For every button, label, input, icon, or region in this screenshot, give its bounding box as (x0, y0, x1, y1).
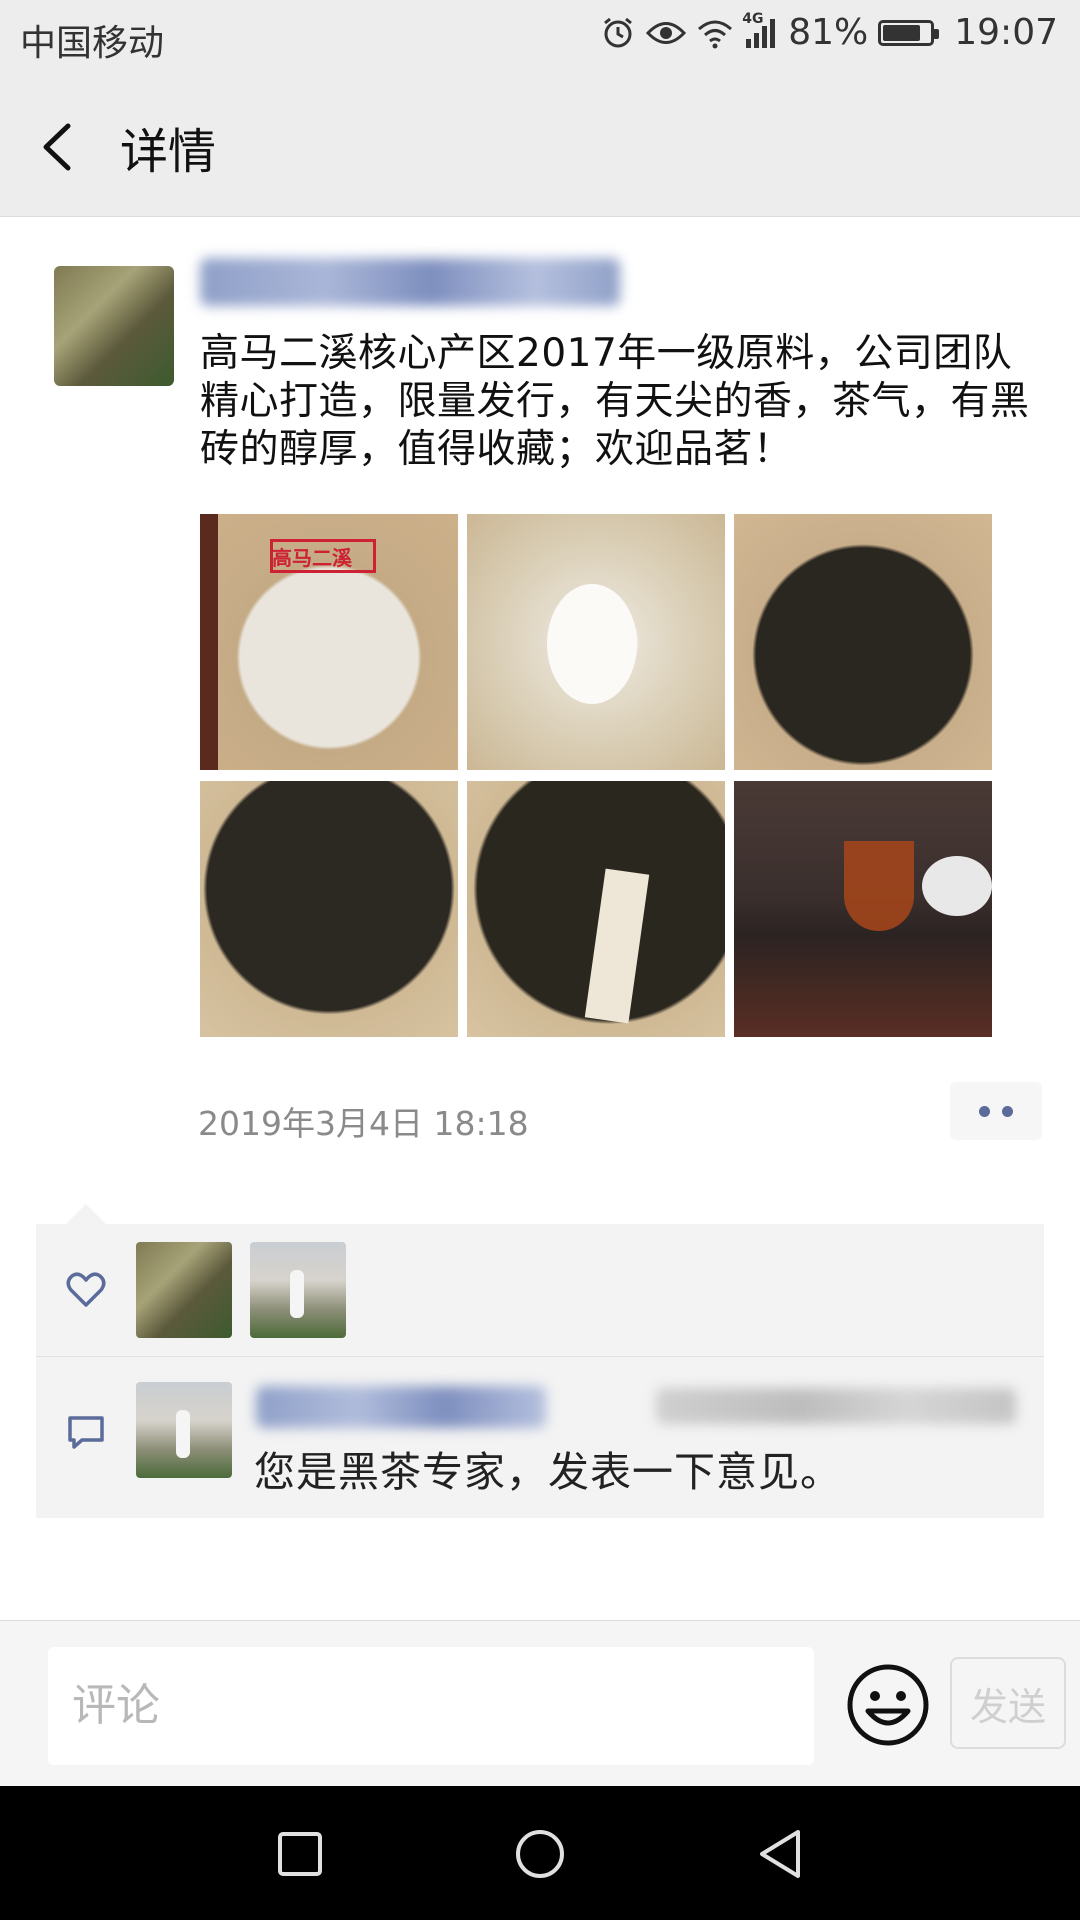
back-button[interactable] (30, 112, 90, 182)
comment-icon (68, 1416, 104, 1449)
more-dots-icon (979, 1105, 990, 1117)
interaction-panel: 您是黑茶专家，发表一下意见。 (36, 1224, 1044, 1518)
signal-icon: 4G (742, 11, 778, 49)
status-icons: 4G 81% 19:07 (600, 11, 1058, 53)
eye-icon (646, 18, 687, 48)
carrier-name: 中国移动 (20, 23, 165, 64)
panel-pointer (66, 1204, 106, 1224)
more-actions-button[interactable] (950, 1082, 1042, 1140)
liker-avatar[interactable] (250, 1242, 346, 1338)
post-image-5[interactable] (467, 781, 725, 1037)
chevron-left-icon (43, 123, 71, 171)
image-label-brand: 高马二溪 (272, 546, 352, 570)
heart-icon (66, 1272, 106, 1307)
more-dots-icon (1002, 1105, 1013, 1117)
battery-percent: 81% (788, 12, 869, 53)
smiley-icon[interactable] (846, 1663, 930, 1747)
comment-input-bar: 评论 发送 (0, 1620, 1080, 1787)
send-button[interactable]: 发送 (950, 1657, 1066, 1749)
comment-input[interactable]: 评论 (48, 1647, 814, 1765)
commenter-avatar[interactable] (136, 1382, 232, 1478)
post-image-6[interactable] (734, 781, 992, 1037)
recents-square-icon[interactable] (274, 1828, 326, 1880)
post-text: 高马二溪核心产区2017年一级原料，公司团队精心打造，限量发行，有天尖的香，茶气… (200, 331, 1030, 472)
battery-icon (878, 19, 940, 46)
home-circle-icon[interactable] (514, 1828, 566, 1880)
liker-avatar[interactable] (136, 1242, 232, 1338)
back-triangle-icon[interactable] (754, 1828, 806, 1880)
author-name-blurred[interactable] (200, 258, 620, 306)
network-type: 4G (742, 10, 764, 27)
comment-row[interactable]: 您是黑茶专家，发表一下意见。 (36, 1356, 1044, 1518)
comment-text: 您是黑茶专家，发表一下意见。 (254, 1448, 842, 1496)
clock: 19:07 (954, 12, 1058, 53)
likes-row (36, 1224, 1044, 1357)
comment-time-blurred (656, 1388, 1016, 1424)
post-image-1[interactable]: 高马二溪 (200, 514, 458, 770)
author-avatar[interactable] (54, 266, 174, 386)
page-title: 详情 (120, 124, 217, 180)
wifi-icon (696, 17, 734, 49)
status-bar: 中国移动 4G 81% 19:07 (0, 0, 1080, 74)
post-timestamp: 2019年3月4日 18:18 (198, 1104, 529, 1143)
post-image-4[interactable] (200, 781, 458, 1037)
post-image-3[interactable] (734, 514, 992, 770)
alarm-icon (600, 15, 636, 51)
nav-bar: 详情 (0, 74, 1080, 217)
image-grid: 高马二溪 (200, 514, 992, 1037)
post-image-2[interactable] (467, 514, 725, 770)
system-nav-bar (0, 1786, 1080, 1920)
commenter-name-blurred[interactable] (256, 1386, 546, 1428)
